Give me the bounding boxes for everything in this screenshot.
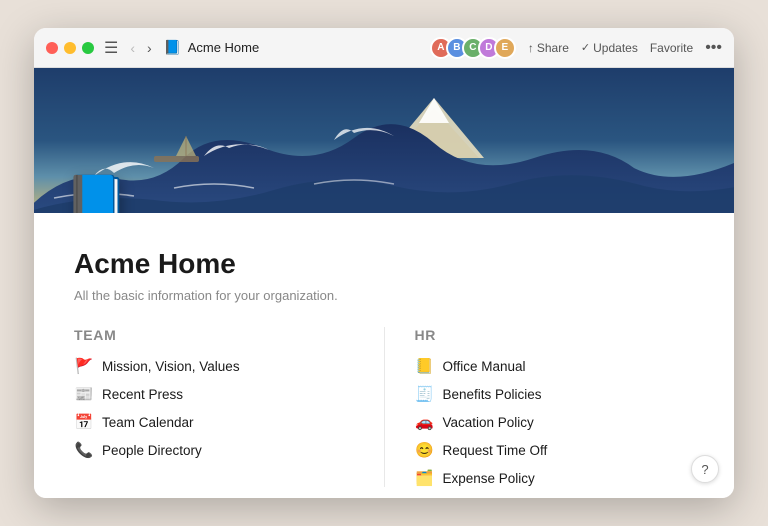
smile-icon: 😊 [415,441,435,459]
list-item[interactable]: 📞 People Directory [74,441,354,459]
hero-illustration [34,68,734,213]
maximize-button[interactable] [82,42,94,54]
traffic-lights [46,42,94,54]
item-label: Request Time Off [443,443,548,458]
nav-arrows: ‹ › [126,38,155,58]
minimize-button[interactable] [64,42,76,54]
item-label: Recent Press [102,387,183,402]
newspaper-icon: 📰 [74,385,94,403]
hr-section-title: HR [415,327,695,343]
sections-container: Team 🚩 Mission, Vision, Values 📰 Recent … [74,327,694,487]
close-button[interactable] [46,42,58,54]
item-label: People Directory [102,443,202,458]
book-cover-icon: 📘 [64,172,129,213]
check-icon: ✓ [581,41,590,54]
list-item[interactable]: 😊 Request Time Off [415,441,695,459]
forward-button[interactable]: › [143,38,156,58]
favorite-button[interactable]: Favorite [650,41,693,55]
menu-icon[interactable]: ☰ [104,38,118,58]
flag-icon: 🚩 [74,357,94,375]
team-section-title: Team [74,327,354,343]
titlebar-title: Acme Home [188,40,430,55]
car-icon: 🚗 [415,413,435,431]
share-icon: ↑ [528,41,534,55]
list-item[interactable]: 📅 Team Calendar [74,413,354,431]
phone-icon: 📞 [74,441,94,459]
list-item[interactable]: 📒 Office Manual [415,357,695,375]
ledger-icon: 📒 [415,357,435,375]
item-label: Mission, Vision, Values [102,359,240,374]
list-item[interactable]: 🧾 Benefits Policies [415,385,695,403]
card-index-icon: 🗂️ [415,469,435,487]
item-label: Vacation Policy [443,415,534,430]
page-title: Acme Home [74,248,694,280]
team-items-list: 🚩 Mission, Vision, Values 📰 Recent Press… [74,357,354,459]
list-item[interactable]: 🗂️ Expense Policy [415,469,695,487]
item-label: Benefits Policies [443,387,542,402]
updates-button[interactable]: ✓ Updates [581,41,638,55]
back-button[interactable]: ‹ [126,38,139,58]
titlebar-actions: ↑ Share ✓ Updates Favorite ••• [528,39,722,57]
team-section: Team 🚩 Mission, Vision, Values 📰 Recent … [74,327,354,487]
list-item[interactable]: 📰 Recent Press [74,385,354,403]
share-button[interactable]: ↑ Share [528,41,569,55]
list-item[interactable]: 🚗 Vacation Policy [415,413,695,431]
main-window: ☰ ‹ › 📘 Acme Home A B C D E ↑ Share ✓ [34,28,734,498]
hr-section: HR 📒 Office Manual 🧾 Benefits Policies 🚗 [415,327,695,487]
receipt-icon: 🧾 [415,385,435,403]
help-button[interactable]: ? [691,455,719,483]
calendar-icon: 📅 [74,413,94,431]
page-content: Acme Home All the basic information for … [34,213,734,498]
item-label: Team Calendar [102,415,194,430]
more-button[interactable]: ••• [705,39,722,57]
page-subtitle: All the basic information for your organ… [74,288,694,303]
list-item[interactable]: 🚩 Mission, Vision, Values [74,357,354,375]
hr-items-list: 📒 Office Manual 🧾 Benefits Policies 🚗 Va… [415,357,695,487]
hero-banner: 📘 [34,68,734,213]
section-divider [384,327,385,487]
page-icon: 📘 [164,39,182,57]
avatar: E [494,37,516,59]
titlebar: ☰ ‹ › 📘 Acme Home A B C D E ↑ Share ✓ [34,28,734,68]
item-label: Expense Policy [443,471,535,486]
avatars-group: A B C D E [430,37,516,59]
item-label: Office Manual [443,359,526,374]
